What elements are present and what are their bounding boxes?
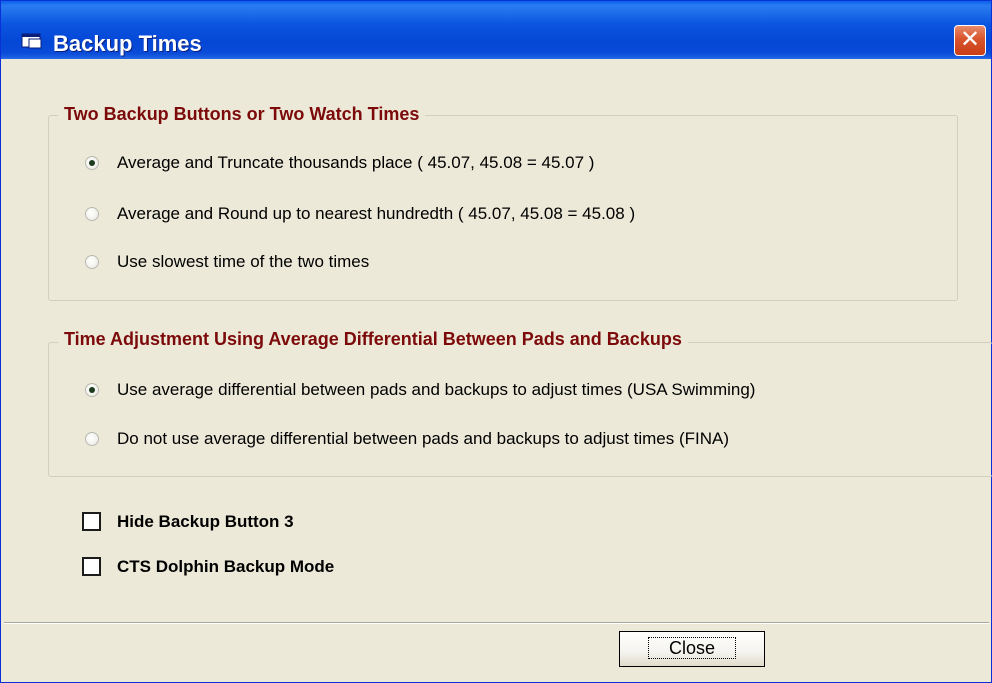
checkbox-label[interactable]: CTS Dolphin Backup Mode (117, 557, 334, 577)
radio-label[interactable]: Average and Round up to nearest hundredt… (117, 204, 635, 224)
title-bar[interactable]: Backup Times ✕ (1, 1, 991, 59)
radio-label[interactable]: Use slowest time of the two times (117, 252, 369, 272)
radio-selected-dot (89, 387, 95, 393)
checkbox-box[interactable] (82, 557, 101, 576)
radio-button[interactable] (85, 156, 99, 170)
backup-times-dialog: Backup Times ✕ Two Backup Buttons or Two… (0, 0, 992, 683)
radio-label[interactable]: Use average differential between pads an… (117, 380, 755, 400)
radio-label[interactable]: Average and Truncate thousands place ( 4… (117, 153, 594, 173)
time-adjustment-group (48, 342, 992, 477)
radio-button[interactable] (85, 432, 99, 446)
footer-divider (4, 622, 989, 624)
radio-button[interactable] (85, 383, 99, 397)
window-app-icon (21, 33, 42, 49)
radio-selected-dot (89, 160, 95, 166)
close-button[interactable]: Close (619, 631, 765, 667)
window-title: Backup Times (53, 31, 202, 56)
radio-button[interactable] (85, 207, 99, 221)
close-window-button[interactable]: ✕ (954, 25, 986, 56)
close-button-label: Close (647, 637, 737, 659)
close-icon: ✕ (959, 25, 981, 53)
radio-label[interactable]: Do not use average differential between … (117, 429, 729, 449)
time-adjustment-group-legend: Time Adjustment Using Average Differenti… (58, 329, 688, 350)
checkbox-label[interactable]: Hide Backup Button 3 (117, 512, 294, 532)
checkbox-box[interactable] (82, 512, 101, 531)
dialog-body: Two Backup Buttons or Two Watch Times Av… (4, 59, 992, 681)
radio-button[interactable] (85, 255, 99, 269)
backup-buttons-group-legend: Two Backup Buttons or Two Watch Times (58, 104, 426, 125)
